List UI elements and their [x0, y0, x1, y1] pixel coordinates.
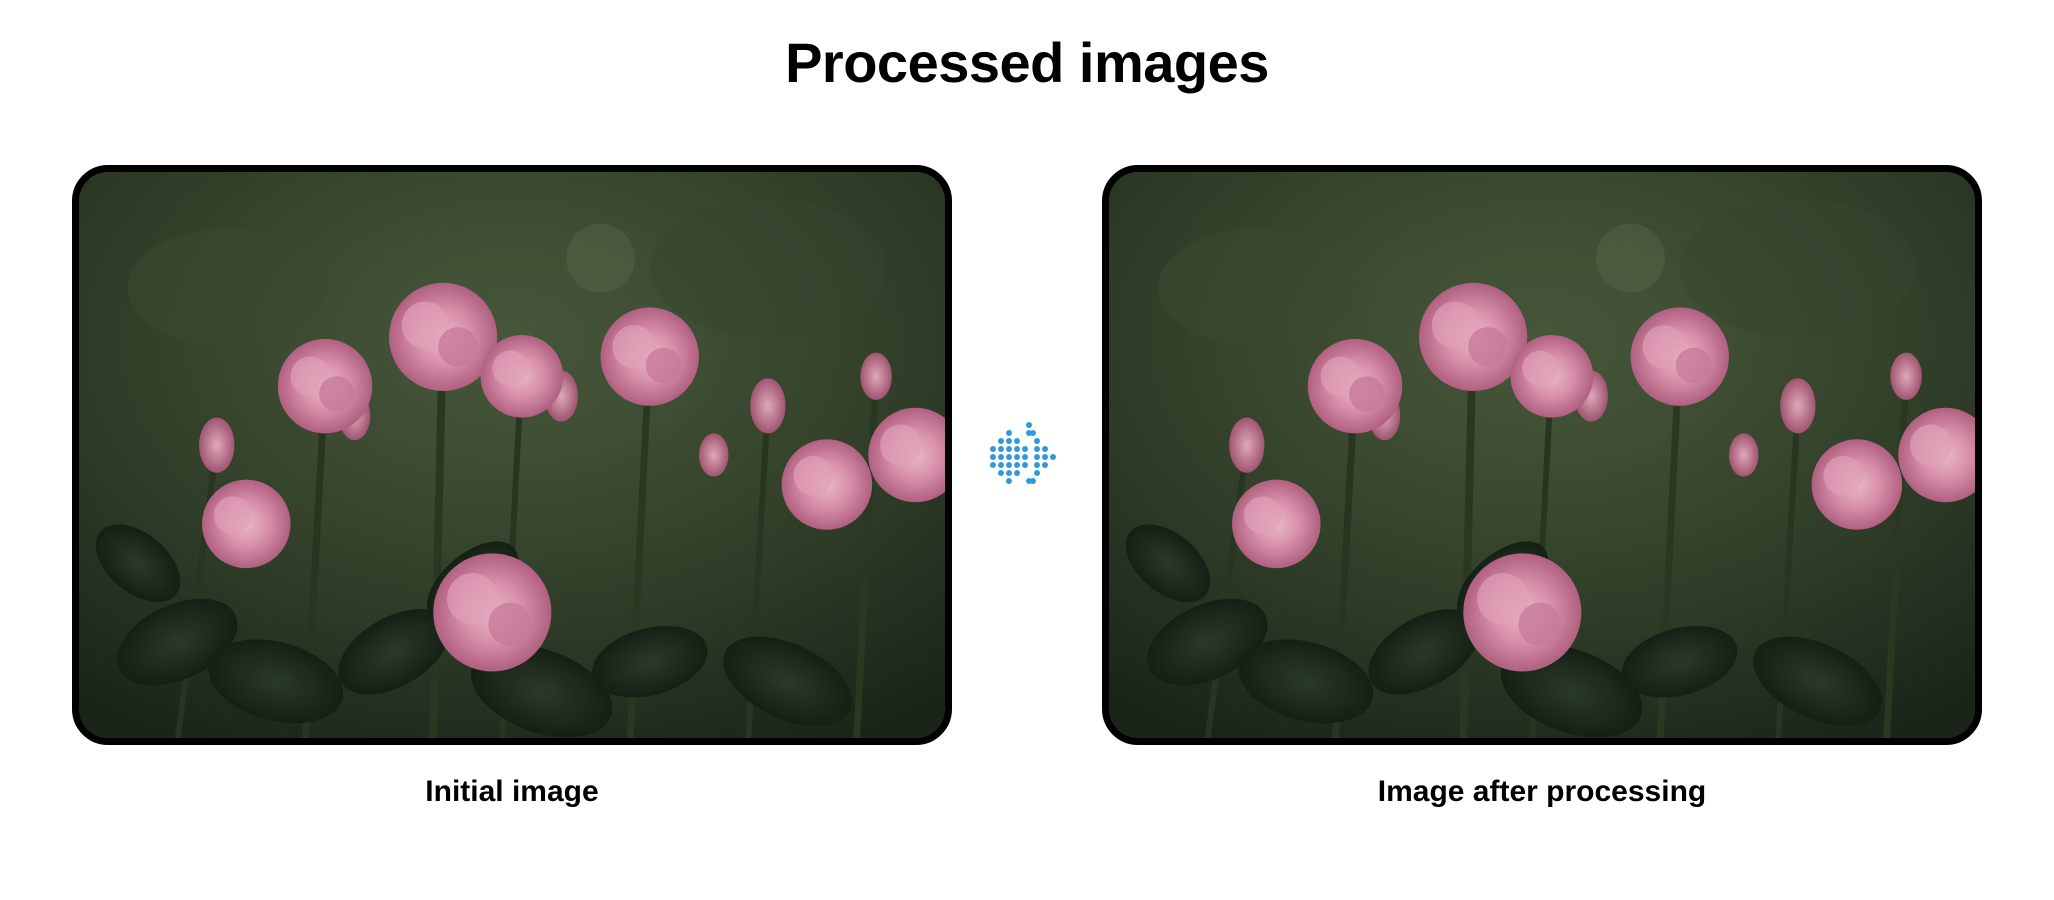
spacer: [982, 775, 1072, 809]
initial-image-label: Initial image: [72, 775, 952, 809]
labels-row: Initial image Image after processing: [40, 775, 2014, 809]
flower-image-icon: [79, 172, 945, 738]
page-title: Processed images: [785, 30, 1269, 95]
flower-image-icon: [1109, 172, 1975, 738]
comparison-row: [40, 165, 2014, 745]
main-container: Processed images: [40, 30, 2014, 809]
initial-image: [79, 172, 945, 738]
processed-image: [1109, 172, 1975, 738]
processed-image-label: Image after processing: [1102, 775, 1982, 809]
initial-image-frame: [72, 165, 952, 745]
processed-image-frame: [1102, 165, 1982, 745]
arrow-container: [982, 410, 1072, 500]
dotted-arrow-right-icon: [987, 420, 1067, 490]
